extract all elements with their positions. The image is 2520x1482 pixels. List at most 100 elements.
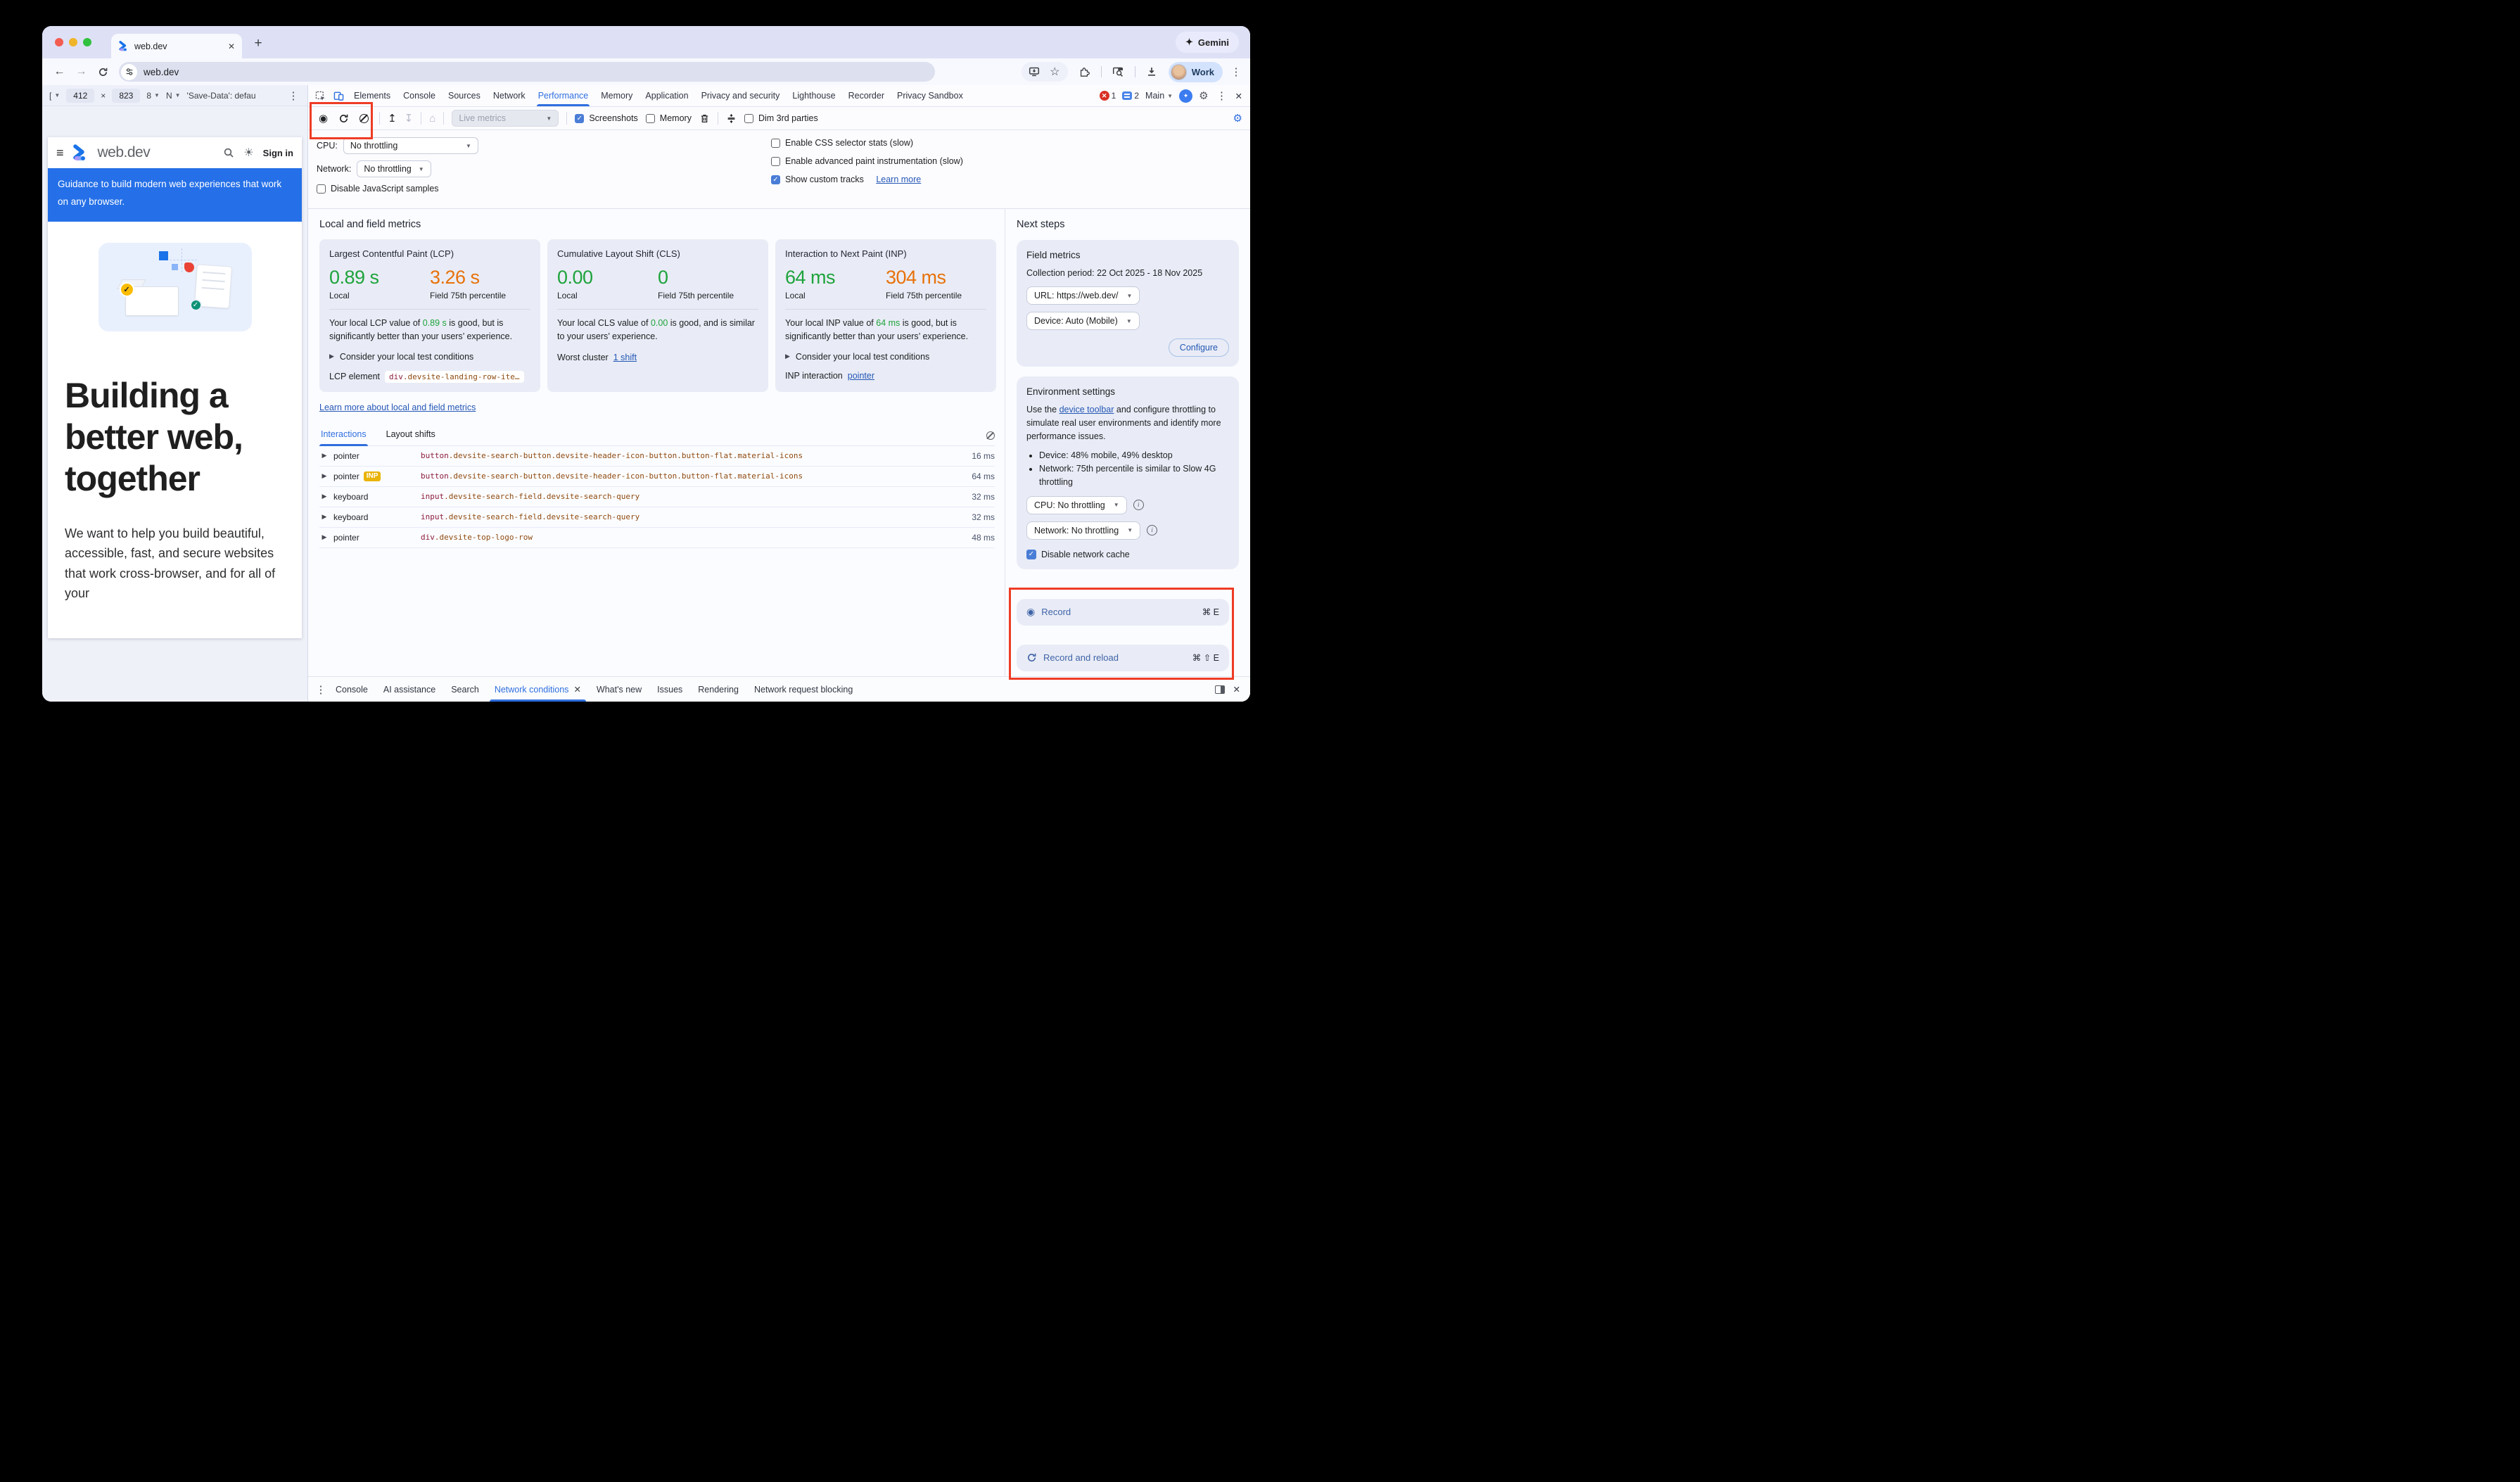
browser-tab[interactable]: web.dev ✕ — [111, 34, 242, 58]
context-select[interactable]: Main▼ — [1145, 91, 1173, 101]
tab-close-icon[interactable]: ✕ — [228, 42, 235, 51]
devtools-close-button[interactable]: ✕ — [1235, 91, 1242, 101]
tab-search-button[interactable] — [1108, 62, 1128, 82]
tab-layout-shifts[interactable]: Layout shifts — [385, 429, 437, 445]
expander-arrow-icon[interactable]: ▶ — [319, 472, 329, 480]
ai-device-button[interactable]: ✦ — [1179, 89, 1192, 103]
drawer-menu-button[interactable]: ⋮ — [314, 683, 328, 696]
field-device-select[interactable]: Device: Auto (Mobile)▼ — [1026, 312, 1140, 330]
device-toolbar-toggle[interactable] — [329, 87, 348, 105]
clear-interactions-button[interactable] — [986, 431, 995, 440]
interaction-row[interactable]: ▶ pointerINP button.devsite-search-butto… — [319, 467, 995, 487]
inp-interaction-link[interactable]: pointer — [848, 371, 874, 381]
hamburger-menu-icon[interactable]: ≡ — [56, 146, 64, 160]
browser-menu-button[interactable]: ⋮ — [1229, 65, 1243, 78]
throttling-select[interactable]: N▼ — [166, 91, 181, 101]
expander-arrow-icon[interactable]: ▶ — [319, 513, 329, 521]
profile-button[interactable]: Work — [1169, 62, 1223, 82]
drawer-tab-search[interactable]: Search — [443, 677, 487, 702]
tab-interactions[interactable]: Interactions — [319, 429, 368, 445]
new-tab-button[interactable]: + — [248, 33, 269, 54]
search-icon[interactable] — [223, 147, 234, 158]
gemini-button[interactable]: ✦ Gemini — [1176, 32, 1239, 53]
maximize-window-button[interactable] — [83, 38, 91, 46]
inp-consider-expander[interactable]: ▶Consider your local test conditions — [785, 352, 986, 362]
interaction-row[interactable]: ▶ keyboard input.devsite-search-field.de… — [319, 507, 995, 528]
screenshots-checkbox[interactable]: ✓Screenshots — [575, 113, 637, 123]
theme-toggle-icon[interactable]: ☀ — [243, 146, 253, 160]
expander-arrow-icon[interactable]: ▶ — [319, 493, 329, 500]
css-selector-stats-checkbox[interactable]: Enable CSS selector stats (slow) — [771, 138, 963, 148]
learn-more-metrics-link[interactable]: Learn more about local and field metrics — [319, 403, 476, 412]
memory-checkbox[interactable]: Memory — [646, 113, 692, 123]
custom-tracks-learn-more-link[interactable]: Learn more — [876, 175, 921, 184]
record-button[interactable]: ◉ — [319, 112, 328, 125]
device-toolbar-link[interactable]: device toolbar — [1059, 405, 1114, 414]
settings-gear-icon[interactable]: ⚙ — [1199, 89, 1208, 102]
device-width-input[interactable]: 412 — [66, 89, 94, 103]
network-throttling-select[interactable]: No throttling▼ — [357, 160, 431, 177]
extensions-button[interactable] — [1074, 62, 1095, 82]
tab-network[interactable]: Network — [487, 85, 532, 106]
tab-performance[interactable]: Performance — [532, 85, 595, 106]
address-bar[interactable]: web.dev — [119, 62, 935, 82]
env-cpu-select[interactable]: CPU: No throttling▼ — [1026, 496, 1127, 514]
tab-privacy-sandbox[interactable]: Privacy Sandbox — [891, 85, 969, 106]
drawer-tab-whats-new[interactable]: What's new — [589, 677, 649, 702]
minimize-window-button[interactable] — [69, 38, 77, 46]
tab-console[interactable]: Console — [397, 85, 442, 106]
dock-panel-icon[interactable] — [1215, 685, 1225, 694]
close-icon[interactable]: ✕ — [573, 684, 580, 695]
tab-application[interactable]: Application — [639, 85, 694, 106]
device-toolbar-menu[interactable]: ⋮ — [286, 89, 300, 102]
tab-sources[interactable]: Sources — [442, 85, 487, 106]
expander-arrow-icon[interactable]: ▶ — [319, 452, 329, 460]
install-app-button[interactable] — [1024, 62, 1045, 82]
error-badge[interactable]: ✕1 — [1100, 91, 1116, 101]
load-profile-button[interactable]: ↥ — [388, 112, 397, 125]
tab-lighthouse[interactable]: Lighthouse — [786, 85, 841, 106]
disable-network-cache-checkbox[interactable]: ✓Disable network cache — [1026, 550, 1229, 559]
paint-instrumentation-checkbox[interactable]: Enable advanced paint instrumentation (s… — [771, 156, 963, 166]
env-network-select[interactable]: Network: No throttling▼ — [1026, 521, 1140, 540]
inspect-element-button[interactable] — [311, 87, 329, 105]
tab-elements[interactable]: Elements — [348, 85, 397, 106]
drawer-tab-network-request-blocking[interactable]: Network request blocking — [746, 677, 860, 702]
back-button[interactable]: ← — [49, 62, 70, 82]
issues-badge[interactable]: 2 — [1122, 91, 1139, 101]
clear-button[interactable] — [359, 114, 369, 123]
record-action-button[interactable]: ◉ Record ⌘ E — [1017, 599, 1229, 626]
field-url-select[interactable]: URL: https://web.dev/▼ — [1026, 286, 1140, 305]
tab-recorder[interactable]: Recorder — [842, 85, 891, 106]
record-reload-button[interactable] — [338, 113, 349, 124]
capture-settings-gear-icon[interactable]: ⚙ — [1233, 112, 1242, 125]
device-select[interactable]: [▼ — [49, 91, 60, 101]
interaction-row[interactable]: ▶ pointer div.devsite-top-logo-row 48 ms — [319, 528, 995, 548]
drawer-tab-issues[interactable]: Issues — [649, 677, 690, 702]
dim-3rd-parties-checkbox[interactable]: Dim 3rd parties — [744, 113, 818, 123]
tab-privacy-security[interactable]: Privacy and security — [695, 85, 787, 106]
save-profile-button[interactable]: ↧ — [405, 112, 414, 125]
lcp-element-link[interactable]: div.devsite-landing-row-ite… — [385, 371, 523, 383]
interaction-row[interactable]: ▶ pointer button.devsite-search-button.d… — [319, 446, 995, 467]
disable-js-samples-checkbox[interactable]: Disable JavaScript samples — [317, 184, 439, 194]
drawer-tab-rendering[interactable]: Rendering — [690, 677, 746, 702]
worst-cluster-link[interactable]: 1 shift — [613, 353, 637, 362]
configure-button[interactable]: Configure — [1169, 338, 1229, 357]
garbage-collect-button[interactable] — [699, 113, 710, 124]
drawer-tab-ai-assistance[interactable]: AI assistance — [376, 677, 443, 702]
tab-memory[interactable]: Memory — [594, 85, 639, 106]
drawer-tab-network-conditions[interactable]: Network conditions✕ — [487, 677, 589, 702]
custom-tracks-checkbox[interactable]: ✓Show custom tracks Learn more — [771, 175, 963, 184]
sign-in-button[interactable]: Sign in — [263, 148, 293, 158]
drawer-close-button[interactable]: ✕ — [1233, 684, 1240, 695]
site-settings-button[interactable] — [121, 64, 137, 80]
drawer-tab-console[interactable]: Console — [328, 677, 376, 702]
close-window-button[interactable] — [55, 38, 63, 46]
expander-arrow-icon[interactable]: ▶ — [319, 533, 329, 541]
cpu-throttling-select[interactable]: No throttling▼ — [343, 137, 478, 154]
zoom-select[interactable]: 8▼ — [146, 91, 160, 101]
interaction-row[interactable]: ▶ keyboard input.devsite-search-field.de… — [319, 487, 995, 507]
forward-button[interactable]: → — [71, 62, 91, 82]
home-button[interactable]: ⌂ — [429, 113, 435, 125]
